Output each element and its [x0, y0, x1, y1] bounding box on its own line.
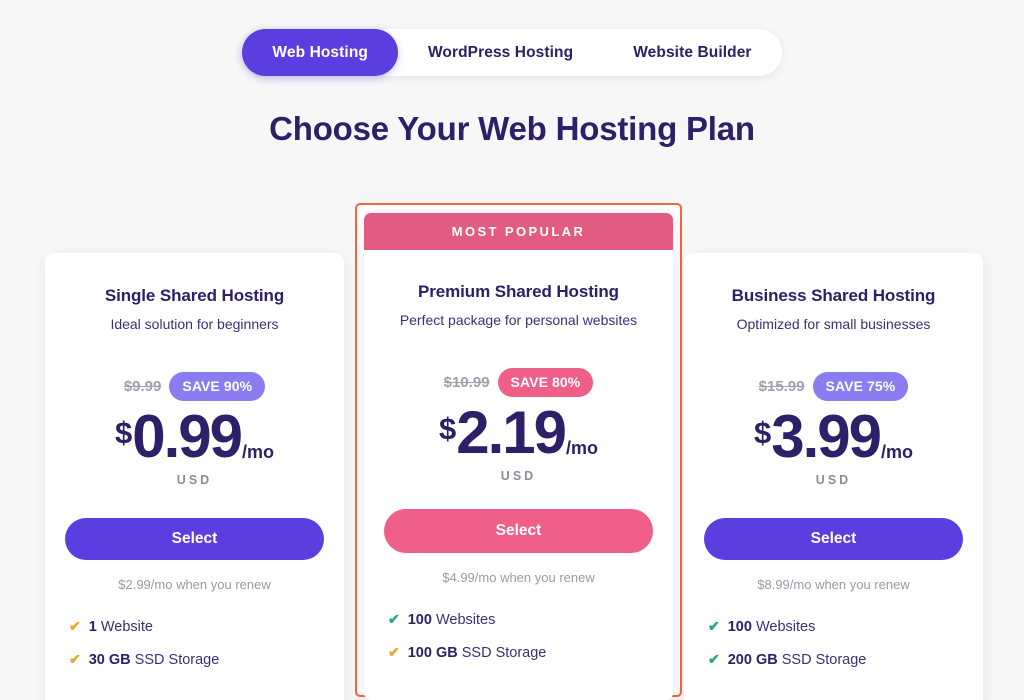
plan-name: Single Shared Hosting	[104, 286, 285, 305]
pricing-page: Web Hosting WordPress Hosting Website Bu…	[0, 0, 1024, 700]
card-body: Premium Shared Hosting Perfect package f…	[364, 250, 673, 661]
price-row: $9.99 SAVE 90%	[65, 372, 324, 401]
feature-label: Websites	[751, 619, 816, 635]
price-currency: $	[438, 411, 457, 446]
plan-name: Premium Shared Hosting	[418, 282, 619, 301]
plan-card-business-shared-hosting[interactable]: Business Shared Hosting Optimized for sm…	[684, 253, 983, 700]
card-body: Single Shared Hosting Ideal solution for…	[45, 253, 344, 668]
renewal-note: $2.99/mo when you renew	[118, 577, 271, 592]
plan-tagline: Ideal solution for beginners	[110, 316, 279, 332]
select-button[interactable]: Select	[704, 518, 963, 560]
list-item: ✔ 200 GB SSD Storage	[708, 652, 963, 668]
plan-card-premium-shared-hosting[interactable]: MOST POPULAR Premium Shared Hosting Perf…	[364, 213, 673, 700]
select-button[interactable]: Select	[384, 509, 653, 553]
price-amount: 0.99	[132, 403, 243, 470]
price-currency-code: USD	[815, 473, 852, 487]
renewal-note: $4.99/mo when you renew	[442, 570, 595, 585]
select-button[interactable]: Select	[65, 518, 324, 560]
price-period: /mo	[881, 442, 914, 462]
check-icon: ✔	[69, 618, 81, 634]
check-icon: ✔	[69, 651, 81, 667]
pricing-cards: Single Shared Hosting Ideal solution for…	[0, 0, 1024, 700]
list-item: ✔ 1 Website	[69, 619, 324, 635]
price-currency: $	[114, 415, 133, 450]
old-price: $9.99	[123, 378, 162, 395]
price-currency: $	[753, 415, 772, 450]
price-main: $ 3.99 /mo	[704, 407, 963, 467]
price-currency-code: USD	[500, 469, 537, 483]
check-icon: ✔	[388, 611, 400, 627]
list-item: ✔ 100 Websites	[708, 619, 963, 635]
list-item: ✔ 30 GB SSD Storage	[69, 652, 324, 668]
feature-label: SSD Storage	[777, 652, 867, 668]
feature-value: 100 GB	[407, 645, 458, 661]
feature-label: Website	[96, 619, 153, 635]
price-period: /mo	[242, 442, 275, 462]
list-item: ✔ 100 GB SSD Storage	[388, 645, 653, 661]
feature-label: SSD Storage	[130, 652, 220, 668]
price-row: $15.99 SAVE 75%	[704, 372, 963, 401]
price-amount: 2.19	[456, 399, 567, 466]
plan-tagline: Perfect package for personal websites	[399, 312, 638, 328]
renewal-note: $8.99/mo when you renew	[757, 577, 910, 592]
check-icon: ✔	[708, 651, 720, 667]
price-currency-code: USD	[176, 473, 213, 487]
feature-value: 1	[88, 619, 97, 635]
feature-value: 100	[727, 619, 752, 635]
feature-value: 30 GB	[88, 652, 131, 668]
plan-name: Business Shared Hosting	[731, 286, 936, 305]
price-main: $ 2.19 /mo	[384, 403, 653, 463]
check-icon: ✔	[708, 618, 720, 634]
list-item: ✔ 100 Websites	[388, 612, 653, 628]
plan-tagline: Optimized for small businesses	[736, 316, 931, 332]
feature-label: SSD Storage	[457, 645, 547, 661]
feature-label: Websites	[431, 612, 496, 628]
check-icon: ✔	[388, 644, 400, 660]
card-body: Business Shared Hosting Optimized for sm…	[684, 253, 983, 668]
feature-list: ✔ 100 Websites ✔ 100 GB SSD Storage	[384, 612, 653, 661]
save-badge: SAVE 90%	[169, 372, 266, 401]
price-period: /mo	[566, 438, 599, 458]
price-row: $10.99 SAVE 80%	[384, 368, 653, 397]
old-price: $15.99	[758, 378, 805, 395]
feature-list: ✔ 1 Website ✔ 30 GB SSD Storage	[65, 619, 324, 668]
save-badge: SAVE 75%	[812, 372, 909, 401]
plan-card-single-shared-hosting[interactable]: Single Shared Hosting Ideal solution for…	[45, 253, 344, 700]
feature-value: 100	[407, 612, 432, 628]
save-badge: SAVE 80%	[497, 368, 594, 397]
most-popular-badge: MOST POPULAR	[364, 213, 673, 250]
feature-list: ✔ 100 Websites ✔ 200 GB SSD Storage	[704, 619, 963, 668]
price-main: $ 0.99 /mo	[65, 407, 324, 467]
price-amount: 3.99	[771, 403, 882, 470]
feature-value: 200 GB	[727, 652, 778, 668]
old-price: $10.99	[443, 374, 490, 391]
